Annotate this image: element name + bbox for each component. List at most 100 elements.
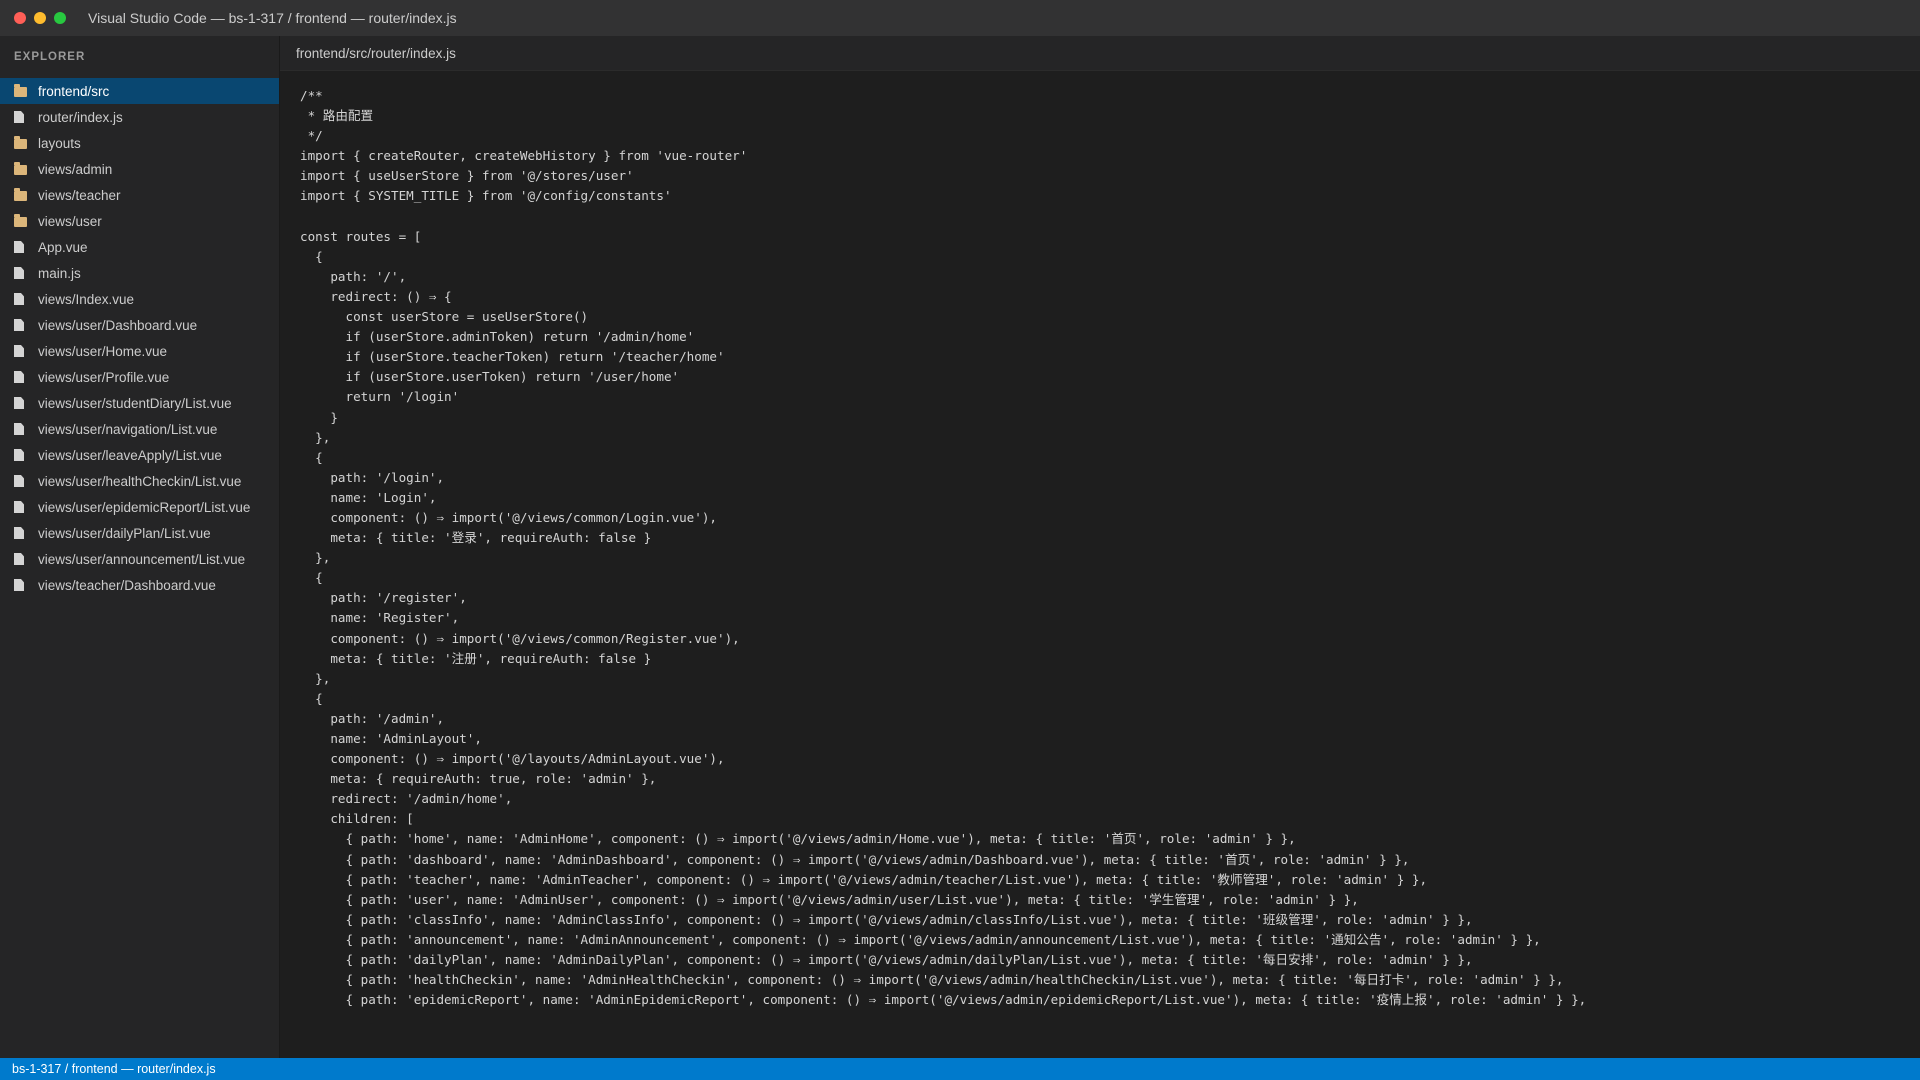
explorer-item[interactable]: router/index.js [0,104,279,130]
file-icon [14,241,38,253]
explorer-header: EXPLORER [14,51,86,63]
explorer-item-label: frontend/src [38,83,110,99]
title-bar: Visual Studio Code — bs-1-317 / frontend… [0,0,1920,37]
explorer-item-label: views/user/dailyPlan/List.vue [38,525,211,541]
folder-icon [14,84,38,97]
code-line: import { useUserStore } from '@/stores/u… [300,168,634,184]
explorer-item-label: views/user [38,213,102,229]
code-line: children: [ [300,811,414,827]
explorer-item[interactable]: views/user/Dashboard.vue [0,312,279,338]
explorer-item-label: main.js [38,265,81,281]
code-line: { path: 'announcement', name: 'AdminAnno… [300,931,1541,947]
file-icon [14,111,38,123]
explorer-item[interactable]: layouts [0,130,279,156]
code-line: */ [300,128,323,144]
window-title: Visual Studio Code — bs-1-317 / frontend… [88,10,457,26]
code-line: /** [300,88,323,103]
explorer-item-label: App.vue [38,239,88,255]
code-line: { path: 'classInfo', name: 'AdminClassIn… [300,911,1473,927]
editor-tab[interactable]: frontend/src/router/index.js [280,46,456,61]
explorer-item-label: views/teacher [38,187,121,203]
explorer-item-label: views/user/announcement/List.vue [38,551,246,567]
explorer-item[interactable]: views/user/navigation/List.vue [0,416,279,442]
code-line: import { createRouter, createWebHistory … [300,148,748,164]
code-line: if (userStore.userToken) return '/user/h… [300,369,680,385]
explorer-item[interactable]: views/user/Profile.vue [0,364,279,390]
explorer-item-label: views/user/Home.vue [38,343,168,359]
code-line: { [300,449,323,465]
file-icon [14,449,38,461]
code-line: component: () ⇒ import('@/views/common/L… [300,509,718,525]
code-line: { path: 'healthCheckin', name: 'AdminHea… [300,972,1564,988]
code-line: { [300,570,323,586]
explorer-item-label: router/index.js [38,109,123,125]
code-line: ​ [300,207,1586,227]
explorer-item[interactable]: views/user/healthCheckin/List.vue [0,468,279,494]
code-line: }, [300,429,331,445]
code-line: return '/login' [300,389,460,405]
code-line: component: () ⇒ import('@/views/common/R… [300,630,740,646]
code-line: if (userStore.adminToken) return '/admin… [300,329,695,345]
file-icon [14,319,38,331]
explorer-item-label: views/user/Profile.vue [38,369,170,385]
code-line: { path: 'user', name: 'AdminUser', compo… [300,891,1359,907]
explorer-item[interactable]: views/user [0,208,279,234]
explorer-item[interactable]: views/user/epidemicReport/List.vue [0,494,279,520]
explorer-item[interactable]: frontend/src [0,78,279,104]
explorer-item[interactable]: views/Index.vue [0,286,279,312]
code-line: { path: 'teacher', name: 'AdminTeacher',… [300,871,1428,887]
code-line: { path: 'home', name: 'AdminHome', compo… [300,831,1296,847]
code-line: if (userStore.teacherToken) return '/tea… [300,349,725,365]
window-controls [14,12,74,24]
explorer-item-label: views/user/healthCheckin/List.vue [38,473,242,489]
explorer-item-label: views/user/Dashboard.vue [38,317,198,333]
code-line: component: () ⇒ import('@/layouts/AdminL… [300,751,725,767]
code-line: }, [300,670,331,686]
maximize-window-icon[interactable] [54,12,66,24]
file-icon [14,501,38,513]
file-icon [14,423,38,435]
folder-icon [14,214,38,227]
explorer-item[interactable]: views/user/dailyPlan/List.vue [0,520,279,546]
code-line: path: '/login', [300,469,445,485]
explorer-item[interactable]: views/user/announcement/List.vue [0,546,279,572]
explorer-item[interactable]: main.js [0,260,279,286]
status-bar: bs-1-317 / frontend — router/index.js [0,1058,1920,1080]
code-line: path: '/admin', [300,710,445,726]
code-line: const routes = [ [300,228,422,244]
explorer-item[interactable]: views/user/studentDiary/List.vue [0,390,279,416]
code-line: meta: { title: '注册', requireAuth: false … [300,650,652,666]
file-icon [14,267,38,279]
explorer-sidebar: EXPLORER frontend/src router/index.js layo… [0,36,280,1058]
minimize-window-icon[interactable] [34,12,46,24]
code-line: path: '/', [300,268,407,284]
code-line: meta: { requireAuth: true, role: 'admin'… [300,771,657,787]
editor-tab-bar: frontend/src/router/index.js [280,36,1920,71]
explorer-item-label: views/user/studentDiary/List.vue [38,395,232,411]
code-line: const userStore = useUserStore() [300,309,589,325]
status-text: bs-1-317 / frontend — router/index.js [12,1062,216,1076]
explorer-item[interactable]: views/admin [0,156,279,182]
explorer-item[interactable]: App.vue [0,234,279,260]
code-line: name: 'Login', [300,489,437,505]
code-line: }, [300,550,331,566]
file-tree: frontend/src router/index.js layouts views/… [0,78,279,598]
file-icon [14,345,38,357]
explorer-item[interactable]: views/teacher [0,182,279,208]
code-line: { path: 'epidemicReport', name: 'AdminEp… [300,992,1587,1008]
explorer-item[interactable]: views/user/Home.vue [0,338,279,364]
editor-pane: frontend/src/router/index.js /** * 路由配置 … [280,36,1920,1058]
code-line: * 路由配置 [300,108,374,124]
code-line: { [300,690,323,706]
code-line: redirect: '/admin/home', [300,791,513,807]
code-area[interactable]: /** * 路由配置 */ import { createRouter, crea… [300,86,1586,1010]
folder-icon [14,162,38,175]
explorer-item[interactable]: views/teacher/Dashboard.vue [0,572,279,598]
close-window-icon[interactable] [14,12,26,24]
file-icon [14,371,38,383]
code-line: name: 'Register', [300,610,460,626]
file-icon [14,579,38,591]
explorer-item[interactable]: views/user/leaveApply/List.vue [0,442,279,468]
file-icon [14,293,38,305]
file-icon [14,553,38,565]
